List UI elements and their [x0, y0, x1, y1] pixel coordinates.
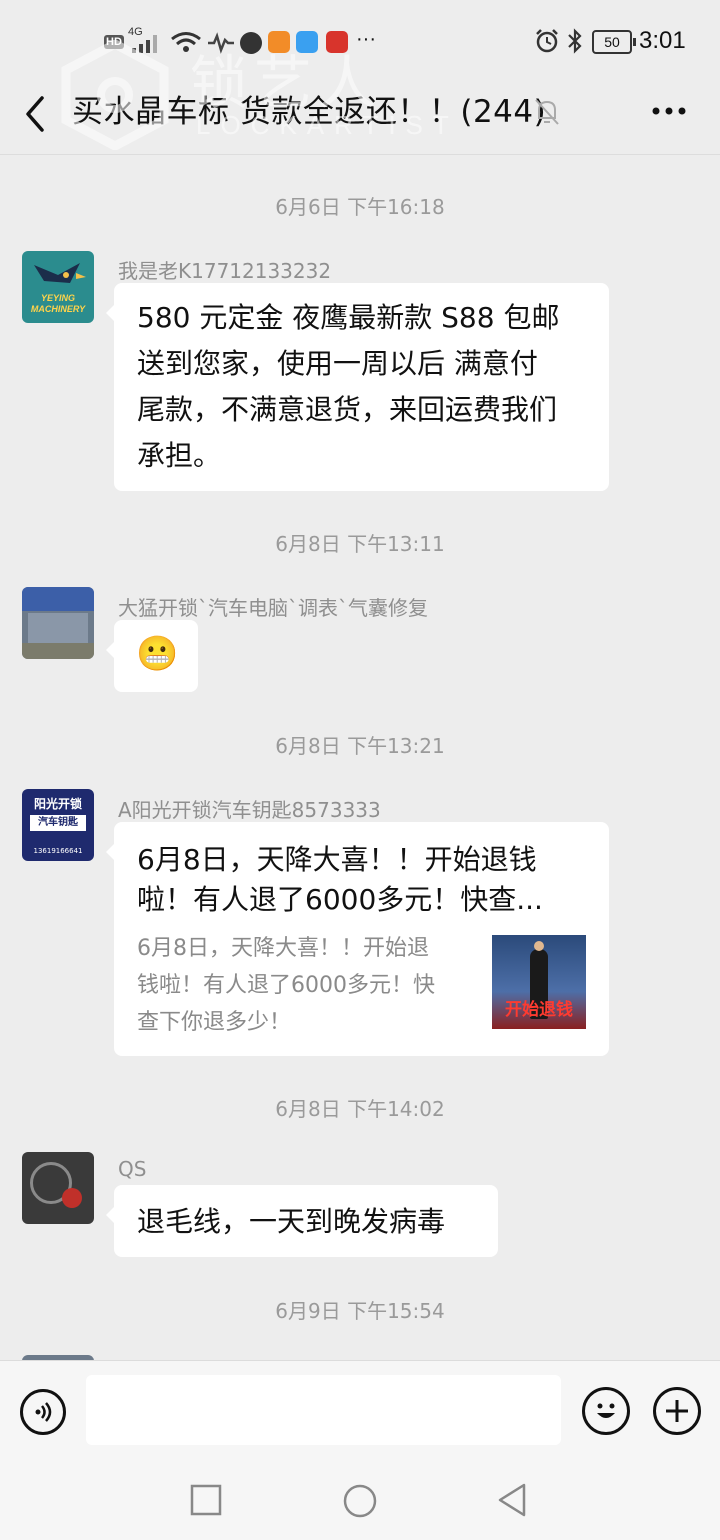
- timestamp: 6月9日 下午15:54: [275, 1299, 445, 1323]
- plus-icon: [666, 1400, 688, 1422]
- thumbnail-caption: 开始退钱: [505, 1000, 573, 1020]
- app-icon: [240, 32, 262, 54]
- emoji-grimace-icon: 😬: [136, 634, 179, 674]
- avatar-text: YEYING: [40, 293, 75, 303]
- more-notifications: ···: [356, 28, 376, 50]
- message-line: 退毛线，一天到晚发病毒: [137, 1205, 446, 1238]
- more-icon[interactable]: [650, 104, 690, 118]
- message-line: 承担。: [137, 439, 222, 472]
- avatar-text: 汽车钥匙: [30, 815, 86, 831]
- link-title: 啦！有人退了6000多元！快查...: [137, 883, 543, 916]
- sender-name: QS: [118, 1157, 147, 1181]
- message-line: 580 元定金 夜鹰最新款 S88 包邮: [137, 301, 560, 334]
- message-input[interactable]: [86, 1375, 561, 1445]
- message-bubble[interactable]: 😬: [106, 620, 198, 692]
- navigation-bar: [0, 1460, 720, 1540]
- back-icon[interactable]: [22, 94, 48, 134]
- message-line: 送到您家，使用一周以后 满意付: [137, 347, 538, 380]
- hd-badge: HD: [104, 35, 124, 49]
- sender-name: 我是老K17712133232: [118, 259, 332, 283]
- avatar-text: 阳光开锁: [33, 797, 82, 811]
- link-description: 查下你退多少！: [137, 1010, 292, 1035]
- sender-name: 大猛开锁`汽车电脑`调表`气囊修复: [118, 596, 428, 620]
- input-bar: [0, 1360, 720, 1461]
- battery-level: 50: [604, 34, 620, 50]
- avatar[interactable]: YEYING MACHINERY: [22, 251, 94, 323]
- link-description: 钱啦！有人退了6000多元！快: [137, 973, 435, 998]
- link-description: 6月8日，天降大喜！！开始退: [137, 936, 429, 961]
- link-thumbnail: 开始退钱: [492, 935, 586, 1029]
- signal-icon: [132, 35, 157, 53]
- recent-apps-icon[interactable]: [190, 1484, 222, 1516]
- emoji-button[interactable]: [582, 1387, 630, 1435]
- message-line: 尾款，不满意退货，来回运费我们: [137, 393, 558, 426]
- wifi-icon: [171, 32, 201, 52]
- battery-icon: 50: [592, 30, 636, 54]
- chat-header: 买水晶车标 货款全返还！！(244): [0, 84, 720, 154]
- app-icon: [326, 31, 348, 53]
- voice-icon: [35, 1402, 52, 1422]
- activity-icon: [208, 32, 234, 54]
- emoji-icon: [597, 1403, 615, 1418]
- avatar[interactable]: [22, 587, 94, 659]
- avatar[interactable]: [22, 1152, 94, 1224]
- timestamp: 6月6日 下午16:18: [275, 195, 445, 219]
- link-card[interactable]: 6月8日，天降大喜！！开始退钱 啦！有人退了6000多元！快查... 6月8日，…: [106, 822, 609, 1056]
- timestamp: 6月8日 下午13:21: [275, 734, 445, 758]
- sender-name: A阳光开锁汽车钥匙8573333: [118, 798, 381, 822]
- clock: 3:01: [639, 27, 686, 54]
- link-title: 6月8日，天降大喜！！开始退钱: [137, 843, 537, 876]
- mute-icon: [535, 99, 559, 125]
- avatar-text: 13619166641: [33, 847, 83, 855]
- status-bar: HD 4G ··· 50 3:01: [0, 0, 720, 84]
- plus-button[interactable]: [653, 1387, 701, 1435]
- voice-button[interactable]: [20, 1389, 66, 1435]
- avatar-text: MACHINERY: [30, 304, 86, 314]
- message-list[interactable]: 6月6日 下午16:18 YEYING MACHINERY 我是老K177121…: [0, 155, 720, 1360]
- chat-title: 买水晶车标 货款全返还！！(244): [72, 94, 547, 130]
- message-bubble[interactable]: 580 元定金 夜鹰最新款 S88 包邮 送到您家，使用一周以后 满意付 尾款，…: [106, 283, 609, 491]
- app-icon: [268, 31, 290, 53]
- avatar[interactable]: 阳光开锁 汽车钥匙 13619166641: [22, 789, 94, 861]
- message-bubble[interactable]: 退毛线，一天到晚发病毒: [106, 1185, 498, 1257]
- app-icon: [296, 31, 318, 53]
- timestamp: 6月8日 下午13:11: [275, 532, 445, 556]
- home-icon[interactable]: [342, 1483, 378, 1519]
- bluetooth-icon: [568, 28, 582, 54]
- back-nav-icon[interactable]: [496, 1482, 528, 1518]
- timestamp: 6月8日 下午14:02: [275, 1097, 445, 1121]
- alarm-icon: [536, 29, 558, 53]
